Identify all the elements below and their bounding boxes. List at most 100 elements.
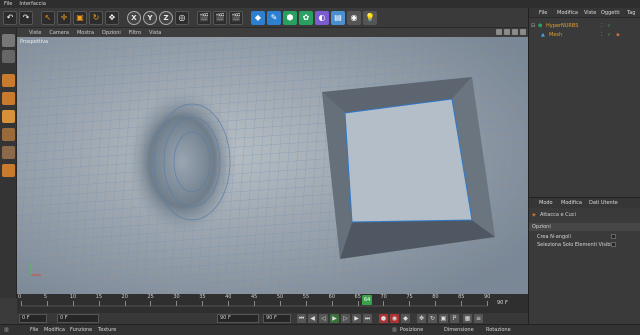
next-key-icon[interactable]: ▶: [352, 314, 361, 323]
enabled-check-icon[interactable]: ✓: [607, 32, 611, 38]
material-menu-modifica[interactable]: Modifica: [44, 327, 65, 333]
om-menu-viste[interactable]: Viste: [584, 10, 596, 16]
material-menu-texture[interactable]: Texture: [98, 327, 116, 333]
coord-position-header: Posizione: [400, 327, 424, 333]
start-frame-field[interactable]: 0 F: [19, 314, 47, 323]
timeline-tick: [305, 301, 307, 306]
coordinate-system-icon[interactable]: ◎: [175, 10, 189, 25]
edges-mode-icon[interactable]: [2, 92, 15, 105]
zoom-icon[interactable]: [504, 29, 510, 35]
pen-spline-icon[interactable]: ✎: [267, 10, 281, 25]
timeline-tick: [409, 301, 411, 306]
axis-x-icon[interactable]: X: [127, 10, 141, 25]
timeline-tick-label: 60: [328, 294, 336, 300]
main-toolbar: ↶ ↷ ↖ ✛ ▣ ↻ ✥ X Y Z ◎ 🎬 🎬 🎬 ◆ ✎ ⬢ ✿ ◐ ▤ …: [0, 8, 528, 28]
array-icon[interactable]: ✿: [299, 10, 313, 25]
pan-icon[interactable]: [496, 29, 502, 35]
toolbar-separator: [191, 11, 195, 25]
key-param-icon[interactable]: P: [450, 314, 459, 323]
om-menu-file[interactable]: File: [539, 10, 547, 16]
key-scale-icon[interactable]: ▣: [439, 314, 448, 323]
material-menu-file[interactable]: File: [30, 327, 38, 333]
om-menu-tag[interactable]: Tag: [627, 10, 635, 16]
object-row[interactable]: ▲ Mesh ⁚ ✓ ◈: [529, 31, 640, 39]
texture-mode-icon[interactable]: [2, 50, 15, 63]
object-name[interactable]: HyperNURBS: [546, 23, 578, 29]
tool-icon: ◈: [532, 212, 536, 218]
render-view-icon[interactable]: 🎬: [197, 10, 211, 25]
key-rotation-icon[interactable]: ↻: [428, 314, 437, 323]
key-position-icon[interactable]: ✥: [417, 314, 426, 323]
deformer-icon[interactable]: ◐: [315, 10, 329, 25]
am-menu-modo[interactable]: Modo: [539, 200, 553, 206]
axis-z-icon[interactable]: Z: [159, 10, 173, 25]
am-menu-modifica[interactable]: Modifica: [561, 200, 582, 206]
visibility-dots-icon[interactable]: ⁚: [601, 32, 603, 38]
go-start-icon[interactable]: ⏮: [297, 314, 306, 323]
timeline-tick-label: 75: [406, 294, 413, 300]
rotate-icon[interactable]: ↻: [89, 10, 103, 25]
phong-tag-icon[interactable]: ◈: [616, 32, 620, 38]
om-menu-modifica[interactable]: Modifica: [557, 10, 578, 16]
material-menu-funzione[interactable]: Funzione: [70, 327, 92, 333]
timeline[interactable]: 0 5 10 15 20 25 30 35 40 45 50 55 60 65 70 75 80 85 90 64 …: [17, 294, 528, 313]
model-mode-icon[interactable]: [2, 34, 15, 47]
play-icon[interactable]: ▶: [330, 314, 339, 323]
timeline-ticks: 0 5 10 15 20 25 30 35 40 45 50 55 60 65 70 75 80 85 90: [17, 294, 528, 313]
object-name[interactable]: Mesh: [549, 32, 562, 38]
visibility-dots-icon[interactable]: ⁚: [601, 23, 603, 29]
menu-interfaccia[interactable]: Interfaccia: [19, 1, 46, 7]
timeline-tick-label: 10: [69, 294, 77, 300]
orbit-icon[interactable]: [512, 29, 518, 35]
viewport-menu-vista[interactable]: Vista: [149, 30, 161, 36]
section-header[interactable]: Opzioni: [529, 223, 640, 231]
polygons-mode-icon[interactable]: [2, 110, 15, 123]
subdivision-surface-icon[interactable]: ⬢: [283, 10, 297, 25]
tweak-icon[interactable]: [2, 146, 15, 159]
select-arrow-icon[interactable]: ↖: [41, 10, 55, 25]
prev-key-icon[interactable]: ◀: [308, 314, 317, 323]
next-frame-icon[interactable]: ▷: [341, 314, 350, 323]
viewport-menu-camera[interactable]: Camera: [49, 30, 69, 36]
record-icon[interactable]: ●: [379, 314, 388, 323]
viewport-menu-filtro[interactable]: Filtro: [129, 30, 141, 36]
snap-icon[interactable]: [2, 164, 15, 177]
maximize-view-icon[interactable]: [520, 29, 526, 35]
axis-y-icon[interactable]: Y: [143, 10, 157, 25]
preview-start-field[interactable]: 0 F: [57, 314, 99, 323]
keyframe-selection-icon[interactable]: ◆: [401, 314, 410, 323]
enable-axis-icon[interactable]: [2, 128, 15, 141]
redo-icon[interactable]: ↷: [19, 10, 33, 25]
prev-frame-icon[interactable]: ◁: [319, 314, 328, 323]
key-pla-icon[interactable]: ▦: [463, 314, 472, 323]
option-checkbox[interactable]: [611, 242, 616, 247]
timeline-tick: [331, 301, 333, 306]
enabled-check-icon[interactable]: ✓: [607, 23, 611, 29]
scale-icon[interactable]: ▣: [73, 10, 87, 25]
floor-scene-icon[interactable]: ▤: [331, 10, 345, 25]
light-icon[interactable]: 💡: [363, 10, 377, 25]
undo-icon[interactable]: ↶: [3, 10, 17, 25]
expand-icon[interactable]: ⊟: [531, 23, 535, 29]
menu-file[interactable]: File: [4, 1, 12, 7]
go-end-icon[interactable]: ⏭: [363, 314, 372, 323]
end-frame-field[interactable]: 90 F: [263, 314, 291, 323]
autokey-icon[interactable]: ◉: [390, 314, 399, 323]
render-settings-icon[interactable]: 🎬: [229, 10, 243, 25]
points-mode-icon[interactable]: [2, 74, 15, 87]
object-row[interactable]: ⊟ ⬢ HyperNURBS ⁚ ✓: [529, 22, 640, 30]
move-icon[interactable]: ✛: [57, 10, 71, 25]
option-checkbox[interactable]: [611, 234, 616, 239]
render-picture-viewer-icon[interactable]: 🎬: [213, 10, 227, 25]
om-menu-oggetti[interactable]: Oggetti: [601, 10, 620, 16]
camera-icon[interactable]: ◉: [347, 10, 361, 25]
transform-icon[interactable]: ✥: [105, 10, 119, 25]
viewport-3d[interactable]: Prospettiva: [17, 37, 528, 294]
viewport-menu-mostra[interactable]: Mostra: [77, 30, 94, 36]
viewport-menu-viste[interactable]: Viste: [29, 30, 41, 36]
timeline-settings-icon[interactable]: ≡: [474, 314, 483, 323]
preview-end-field[interactable]: 90 F: [217, 314, 259, 323]
am-menu-dati-utente[interactable]: Dati Utente: [589, 200, 618, 206]
viewport-menu-opzioni[interactable]: Opzioni: [102, 30, 121, 36]
cube-primitive-icon[interactable]: ◆: [251, 10, 265, 25]
